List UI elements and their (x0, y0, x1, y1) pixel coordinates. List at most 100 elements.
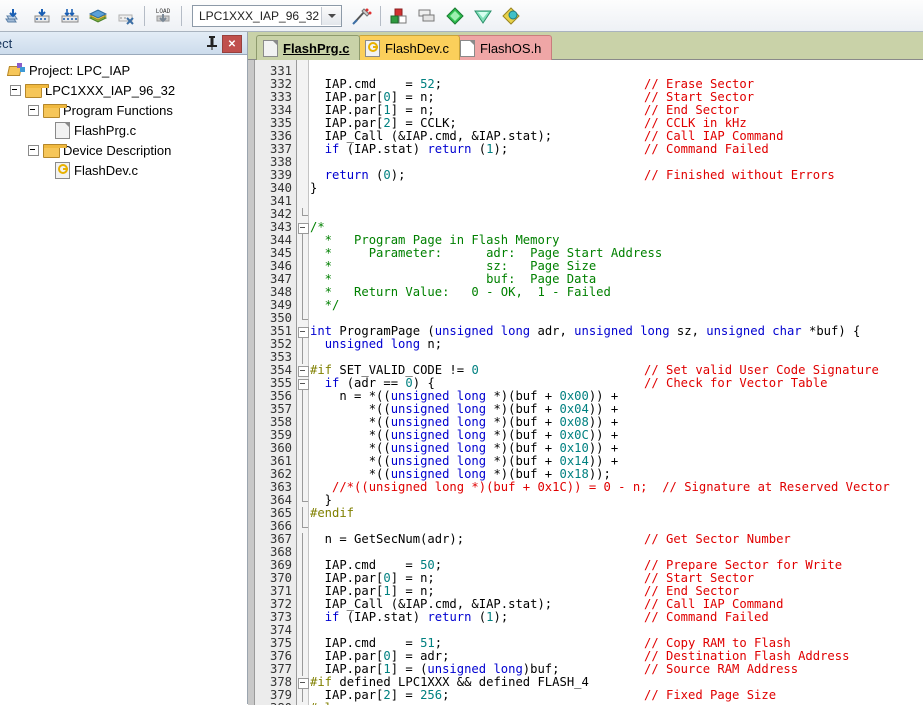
code-text: } (310, 181, 318, 195)
fold-guide-line (302, 260, 303, 273)
project-tree[interactable]: Project: LPC_IAP LPC1XXX_IAP_96_32 Progr… (0, 55, 247, 704)
fold-guide-line (302, 650, 303, 663)
code-comment: // Get Sector Number (644, 532, 791, 546)
code-editor[interactable]: 331 332 IAP.cmd = 52;// Erase Sector 333 I… (248, 59, 923, 705)
toolbar-separator (144, 5, 145, 26)
code-text: * Return Value: 0 - OK, 1 - Failed (310, 285, 611, 299)
code-line: 363 //*((unsigned long *)(buf + 0x1C)) =… (248, 481, 923, 494)
tree-item-label: FlashDev.c (74, 162, 139, 178)
tree-item-flashprg[interactable]: FlashPrg.c (0, 120, 247, 140)
key-file-icon (365, 39, 380, 57)
code-text: if (IAP.stat) return (1); (324, 142, 509, 156)
tree-item-project[interactable]: Project: LPC_IAP (0, 60, 247, 80)
expander-icon[interactable] (28, 144, 39, 156)
code-comment: // Source RAM Address (644, 662, 799, 676)
code-line: 365 #endif (248, 507, 923, 520)
fold-guide-line (302, 403, 303, 416)
fold-guide-line (302, 507, 303, 520)
tab-flashos[interactable]: FlashOS.h (453, 35, 553, 60)
tab-label: FlashOS.h (480, 40, 542, 56)
code-line: 342 (248, 208, 923, 221)
target-selector[interactable]: LPC1XXX_IAP_96_32 (192, 4, 342, 27)
rebuild-all-icon[interactable] (57, 3, 83, 29)
fold-end-marker (302, 208, 308, 216)
fold-guide-line (302, 416, 303, 429)
code-line: 341 (248, 195, 923, 208)
h-file-icon (460, 39, 475, 57)
fold-toggle-icon[interactable] (298, 379, 309, 390)
code-line: 373 if (IAP.stat) return (1);// Command … (248, 611, 923, 624)
build-icon[interactable] (29, 3, 55, 29)
fold-toggle-icon[interactable] (298, 327, 309, 338)
close-icon[interactable]: ✕ (222, 35, 242, 53)
code-text: #endif (310, 506, 355, 520)
code-text: //*((unsigned long *)(buf + 0x1C)) = 0 -… (310, 480, 890, 494)
c-file-icon (55, 121, 70, 139)
code-line: 379 IAP.par[2] = 256;// Fixed Page Size (248, 689, 923, 702)
translate-icon[interactable] (1, 3, 27, 29)
tree-item-label: Project: LPC_IAP (29, 62, 131, 78)
target-selector-value: LPC1XXX_IAP_96_32 (199, 8, 320, 23)
toolbar-separator-2 (181, 5, 182, 26)
code-line: 349 */ (248, 299, 923, 312)
tree-item-program-functions[interactable]: Program Functions (0, 100, 247, 120)
fold-toggle-icon[interactable] (298, 678, 309, 689)
fold-end-marker (302, 520, 308, 528)
target-folder-icon (25, 83, 49, 98)
tab-flashdev[interactable]: FlashDev.c (358, 35, 461, 60)
stop-build-icon[interactable] (113, 3, 139, 29)
fold-guide-line (302, 273, 303, 286)
code-line: 348 * Return Value: 0 - OK, 1 - Failed (248, 286, 923, 299)
tree-item-flashdev[interactable]: FlashDev.c (0, 160, 247, 180)
code-lines: 331 332 IAP.cmd = 52;// Erase Sector 333 I… (248, 65, 923, 705)
fold-guide-line (302, 598, 303, 611)
multi-project-icon[interactable] (414, 3, 440, 29)
code-text: if (IAP.stat) return (1); (324, 610, 509, 624)
code-line: 352 unsigned long n; (248, 338, 923, 351)
tree-item-device-description[interactable]: Device Description (0, 140, 247, 160)
tab-flashprg[interactable]: FlashPrg.c (256, 35, 361, 60)
code-text: return (0); (324, 168, 406, 182)
fold-toggle-icon[interactable] (298, 223, 309, 234)
project-panel-header: ject ✕ (0, 32, 247, 55)
fold-guide-line (302, 468, 303, 481)
fold-guide-line (302, 663, 303, 676)
code-line: 340} (248, 182, 923, 195)
code-text: n = GetSecNum(adr); (310, 532, 465, 546)
project-icon (6, 63, 25, 77)
expander-icon[interactable] (28, 104, 39, 116)
code-text: unsigned long n; (324, 337, 443, 351)
fold-guide-line (302, 481, 303, 494)
fold-guide-line (302, 390, 303, 403)
fold-guide-line (302, 585, 303, 598)
pin-icon[interactable] (205, 35, 219, 51)
folder-icon (43, 103, 67, 118)
load-icon[interactable]: LOAD (150, 3, 176, 29)
chevron-down-icon[interactable] (321, 6, 341, 25)
code-comment: // Command Failed (644, 142, 769, 156)
fold-end-marker (302, 494, 308, 502)
books-icon[interactable] (442, 3, 468, 29)
code-line: 339 return (0);// Finished without Error… (248, 169, 923, 182)
manage-components-icon[interactable] (386, 3, 412, 29)
fold-guide-line (302, 351, 303, 364)
batch-build-icon[interactable] (85, 3, 111, 29)
project-panel-title: ject (0, 35, 13, 51)
fold-toggle-icon[interactable] (298, 366, 309, 377)
expander-icon[interactable] (10, 84, 21, 96)
fold-guide-line (302, 429, 303, 442)
folder-icon (43, 143, 67, 158)
fold-guide-line (302, 611, 303, 624)
tree-item-label: LPC1XXX_IAP_96_32 (45, 82, 176, 98)
fold-guide-line (302, 234, 303, 247)
fold-guide-line (302, 286, 303, 299)
templates-icon[interactable] (498, 3, 524, 29)
editor-area: FlashPrg.c FlashDev.c FlashOS.h 331 332 I… (248, 32, 923, 705)
svg-text:LOAD: LOAD (156, 8, 171, 15)
fold-guide-line (302, 637, 303, 650)
functions-icon[interactable] (470, 3, 496, 29)
target-options-icon[interactable] (349, 3, 375, 29)
editor-tabstrip: FlashPrg.c FlashDev.c FlashOS.h (248, 32, 923, 60)
fold-guide-line (302, 442, 303, 455)
tree-item-target[interactable]: LPC1XXX_IAP_96_32 (0, 80, 247, 100)
